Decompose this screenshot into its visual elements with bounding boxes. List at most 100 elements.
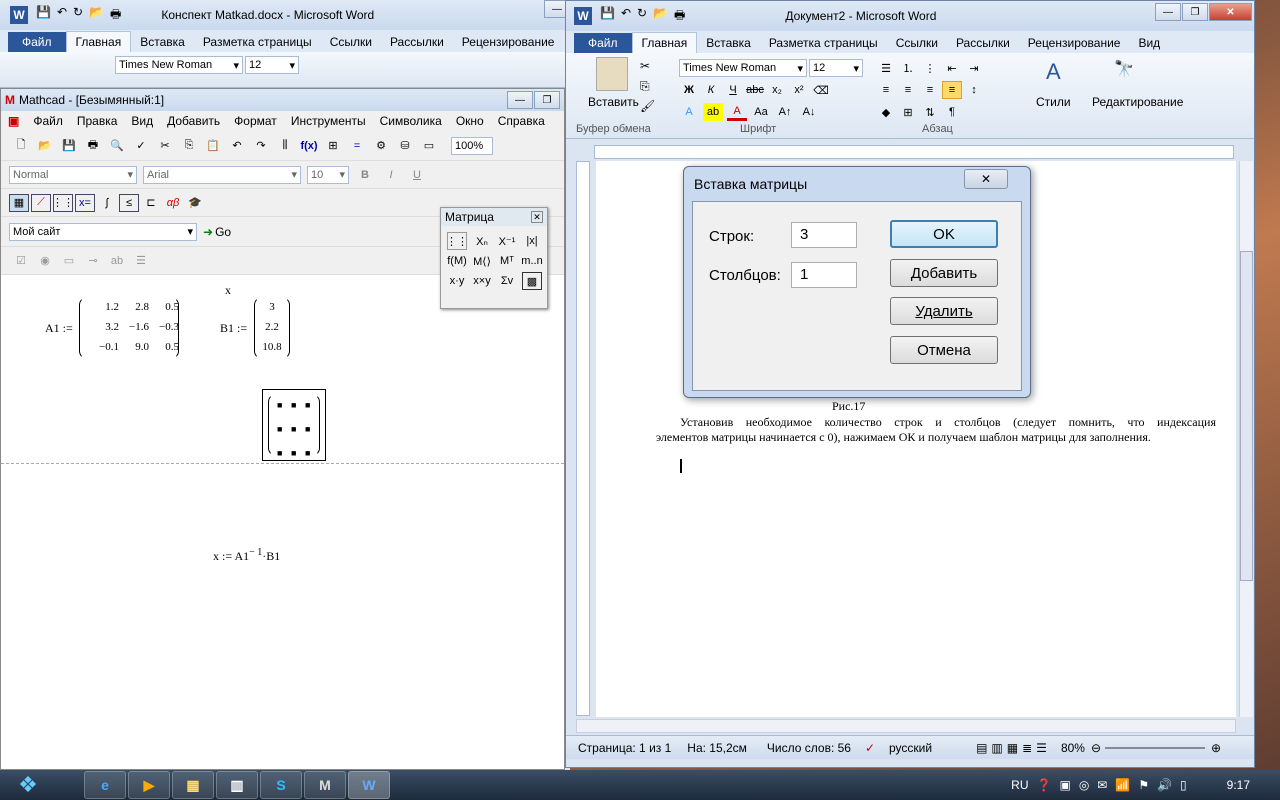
tab-file[interactable]: Файл	[8, 32, 66, 52]
undo-icon[interactable]: ↶	[57, 5, 67, 26]
vertical-ruler[interactable]	[576, 161, 590, 716]
delete-button[interactable]: Удалить	[890, 297, 998, 325]
tab-mailings[interactable]: Рассылки	[381, 32, 453, 52]
transpose-icon[interactable]: Mᵀ	[497, 252, 517, 270]
proofing-icon[interactable]: ✓	[865, 741, 875, 755]
zoom-in-icon[interactable]: ⊕	[1211, 741, 1221, 755]
tab-file[interactable]: Файл	[574, 33, 632, 53]
subscript-icon[interactable]: x₂	[767, 81, 787, 99]
minimize-button[interactable]: —	[1155, 3, 1181, 21]
menu-edit[interactable]: Правка	[70, 114, 125, 128]
bullets-icon[interactable]: ☰	[876, 59, 896, 77]
open-icon[interactable]: 📂	[653, 6, 668, 27]
boolean-icon[interactable]: ≤	[119, 193, 139, 212]
listbox-control-icon[interactable]: ☰	[131, 252, 151, 270]
tray-app-icon[interactable]: ▣	[1059, 778, 1070, 792]
spellcheck-icon[interactable]: ✓	[131, 137, 151, 155]
vectorize-icon[interactable]: f(M)	[447, 252, 467, 270]
font-size-combo[interactable]: 12 ▾	[809, 59, 863, 77]
dialog-close-icon[interactable]: ✕	[964, 169, 1008, 189]
tab-review[interactable]: Рецензирование	[1019, 33, 1130, 53]
decrease-indent-icon[interactable]: ⇤	[942, 59, 962, 77]
italic-icon[interactable]: К	[701, 81, 721, 99]
shading-icon[interactable]: ◆	[876, 103, 896, 121]
open-icon[interactable]: 📂	[35, 137, 55, 155]
bold-icon[interactable]: B	[355, 166, 375, 184]
copy-icon[interactable]: ⎘	[179, 137, 199, 155]
graph-icon[interactable]: ⟋	[31, 193, 51, 212]
strikethrough-icon[interactable]: abc	[745, 81, 765, 99]
checkbox-control-icon[interactable]: ☑	[11, 252, 31, 270]
paste-icon[interactable]	[596, 57, 628, 91]
help-icon[interactable]: ❓	[1037, 778, 1052, 792]
menu-insert[interactable]: Добавить	[160, 114, 227, 128]
shrink-font-icon[interactable]: A↓	[799, 103, 819, 121]
status-page[interactable]: Страница: 1 из 1	[578, 741, 671, 755]
language-indicator[interactable]: RU	[1011, 778, 1028, 792]
skype-taskbar-icon[interactable]: S	[260, 771, 302, 799]
align-center-icon[interactable]: ≡	[898, 81, 918, 99]
component-icon[interactable]: ⚙	[371, 137, 391, 155]
justify-icon[interactable]: ≡	[942, 81, 962, 99]
web-layout-icon[interactable]: ▦	[1007, 741, 1018, 755]
align-left-icon[interactable]: ≡	[876, 81, 896, 99]
cancel-button[interactable]: Отмена	[890, 336, 998, 364]
tray-app-icon[interactable]: ◎	[1079, 778, 1089, 792]
mathcad-worksheet[interactable]: x A1 := 1.2 2.8 0.5 3.2 −1.6 −0.3 −0.1 9.0 0.5…	[1, 283, 564, 769]
grow-font-icon[interactable]: A↑	[775, 103, 795, 121]
font-combo[interactable]: Arial ▾	[143, 165, 301, 184]
tab-view[interactable]: Вид	[1129, 33, 1169, 53]
tab-references[interactable]: Ссылки	[321, 32, 381, 52]
a1-matrix[interactable]: 1.2 2.8 0.5 3.2 −1.6 −0.3 −0.1 9.0 0.5	[85, 301, 179, 353]
clock[interactable]: 9:17	[1227, 778, 1250, 792]
menu-file[interactable]: Файл	[26, 114, 70, 128]
determinant-icon[interactable]: |x|	[522, 232, 542, 250]
battery-icon[interactable]: ▯	[1180, 778, 1187, 792]
print-icon[interactable]: 🖶	[83, 137, 103, 155]
editing-button[interactable]: Редактирование	[1092, 95, 1183, 109]
save-icon[interactable]: 💾	[600, 6, 615, 27]
vertical-scrollbar[interactable]	[1239, 161, 1253, 717]
styles-button[interactable]: Стили	[1036, 95, 1071, 109]
mathcad-restore-button[interactable]: ❐	[534, 91, 560, 109]
picture-icon[interactable]: ▩	[522, 272, 542, 290]
subscript-icon[interactable]: Xₙ	[472, 232, 492, 250]
tab-home[interactable]: Главная	[631, 32, 698, 53]
new-icon[interactable]: 🗋	[11, 137, 31, 155]
greek-icon[interactable]: αβ	[163, 194, 183, 212]
status-zoom[interactable]: 80%	[1061, 741, 1085, 755]
calculus-icon[interactable]: ∫	[97, 194, 117, 212]
multilevel-icon[interactable]: ⋮	[920, 59, 940, 77]
status-words[interactable]: Число слов: 56	[767, 741, 851, 755]
cross-product-icon[interactable]: x×y	[472, 272, 492, 290]
rows-input[interactable]: 3	[791, 222, 857, 248]
font-color-icon[interactable]: A	[727, 103, 747, 121]
superscript-icon[interactable]: x²	[789, 81, 809, 99]
frame-icon[interactable]: ▭	[419, 137, 439, 155]
align-icon[interactable]: ⫼	[275, 137, 295, 155]
maximize-button[interactable]: ❐	[1182, 3, 1208, 21]
save-icon[interactable]: 💾	[59, 137, 79, 155]
tray-app-icon[interactable]: ✉	[1097, 778, 1107, 792]
line-spacing-icon[interactable]: ↕	[964, 81, 984, 99]
tab-insert[interactable]: Вставка	[131, 32, 194, 52]
media-taskbar-icon[interactable]: ▶	[128, 771, 170, 799]
find-icon[interactable]: 🔭	[1114, 59, 1134, 79]
mathcad-minimize-button[interactable]: —	[507, 91, 533, 109]
ie-taskbar-icon[interactable]: e	[84, 771, 126, 799]
increase-indent-icon[interactable]: ⇥	[964, 59, 984, 77]
styles-icon[interactable]: A	[1046, 59, 1061, 85]
scrollbar-thumb[interactable]	[1240, 251, 1253, 581]
matrix-icon[interactable]: ⋮⋮	[52, 193, 74, 212]
close-button[interactable]: ✕	[1209, 3, 1252, 21]
zoom-slider[interactable]	[1105, 746, 1206, 749]
tab-layout[interactable]: Разметка страницы	[194, 32, 321, 52]
calculator-taskbar-icon[interactable]: ▥	[216, 771, 258, 799]
symbolic-icon[interactable]: 🎓	[185, 194, 205, 212]
style-combo[interactable]: Normal ▾	[9, 165, 137, 184]
bold-icon[interactable]: Ж	[679, 81, 699, 99]
print-layout-icon[interactable]: ▤	[976, 741, 987, 755]
paste-button[interactable]: Вставить	[588, 95, 639, 109]
textbox-control-icon[interactable]: ab	[107, 252, 127, 270]
change-case-icon[interactable]: Аа	[751, 103, 771, 121]
